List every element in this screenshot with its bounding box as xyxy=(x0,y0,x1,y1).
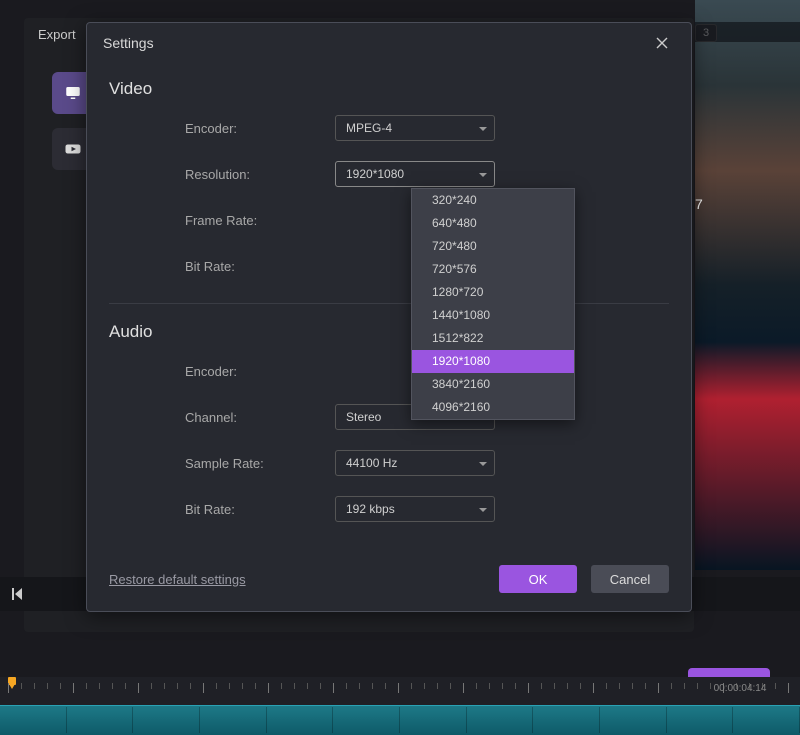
timeline-track[interactable] xyxy=(0,705,800,735)
section-audio: Audio xyxy=(109,322,669,342)
close-icon[interactable] xyxy=(649,30,675,56)
label-resolution: Resolution: xyxy=(185,167,335,182)
chevron-down-icon xyxy=(478,123,488,133)
overlay-number: 7 xyxy=(695,196,703,212)
resolution-option[interactable]: 320*240 xyxy=(412,189,574,212)
section-video: Video xyxy=(109,79,669,99)
resolution-option[interactable]: 1512*822 xyxy=(412,327,574,350)
resolution-option[interactable]: 720*576 xyxy=(412,258,574,281)
resolution-option[interactable]: 3840*2160 xyxy=(412,373,574,396)
label-sample-rate: Sample Rate: xyxy=(185,456,335,471)
export-title: Export xyxy=(38,27,76,42)
resolution-option[interactable]: 640*480 xyxy=(412,212,574,235)
ok-button[interactable]: OK xyxy=(499,565,577,593)
timeline[interactable]: 00:00:04:14 xyxy=(0,677,800,735)
label-audio-encoder: Encoder: xyxy=(185,364,335,379)
video-encoder-select[interactable]: MPEG-4 xyxy=(335,115,495,141)
resolution-dropdown[interactable]: 320*240640*480720*480720*5761280*7201440… xyxy=(411,188,575,420)
dialog-title: Settings xyxy=(103,35,154,51)
resolution-select[interactable]: 1920*1080 xyxy=(335,161,495,187)
label-bit-rate: Bit Rate: xyxy=(185,259,335,274)
divider xyxy=(109,303,669,304)
label-encoder: Encoder: xyxy=(185,121,335,136)
select-value: 192 kbps xyxy=(346,502,395,516)
resolution-option[interactable]: 1440*1080 xyxy=(412,304,574,327)
time-label: 00:00:04:14 xyxy=(714,683,767,694)
sample-rate-select[interactable]: 44100 Hz xyxy=(335,450,495,476)
select-value: MPEG-4 xyxy=(346,121,392,135)
restore-defaults-link[interactable]: Restore default settings xyxy=(109,572,246,587)
label-audio-bit-rate: Bit Rate: xyxy=(185,502,335,517)
monitor-icon xyxy=(64,84,82,102)
prev-icon[interactable] xyxy=(8,586,24,602)
select-value: 1920*1080 xyxy=(346,167,404,181)
youtube-icon xyxy=(64,140,82,158)
cancel-button[interactable]: Cancel xyxy=(591,565,669,593)
chevron-down-icon xyxy=(478,504,488,514)
resolution-option[interactable]: 1280*720 xyxy=(412,281,574,304)
audio-bitrate-select[interactable]: 192 kbps xyxy=(335,496,495,522)
label-frame-rate: Frame Rate: xyxy=(185,213,335,228)
resolution-option[interactable]: 4096*2160 xyxy=(412,396,574,419)
chevron-down-icon xyxy=(478,169,488,179)
select-value: Stereo xyxy=(346,410,381,424)
resolution-option[interactable]: 720*480 xyxy=(412,235,574,258)
preview-pane: 3 xyxy=(695,0,800,570)
select-value: 44100 Hz xyxy=(346,456,397,470)
resolution-option[interactable]: 1920*1080 xyxy=(412,350,574,373)
label-channel: Channel: xyxy=(185,410,335,425)
settings-dialog: Settings Video Encoder: MPEG-4 Resolutio… xyxy=(86,22,692,612)
preview-overlay xyxy=(695,22,800,42)
chevron-down-icon xyxy=(478,458,488,468)
